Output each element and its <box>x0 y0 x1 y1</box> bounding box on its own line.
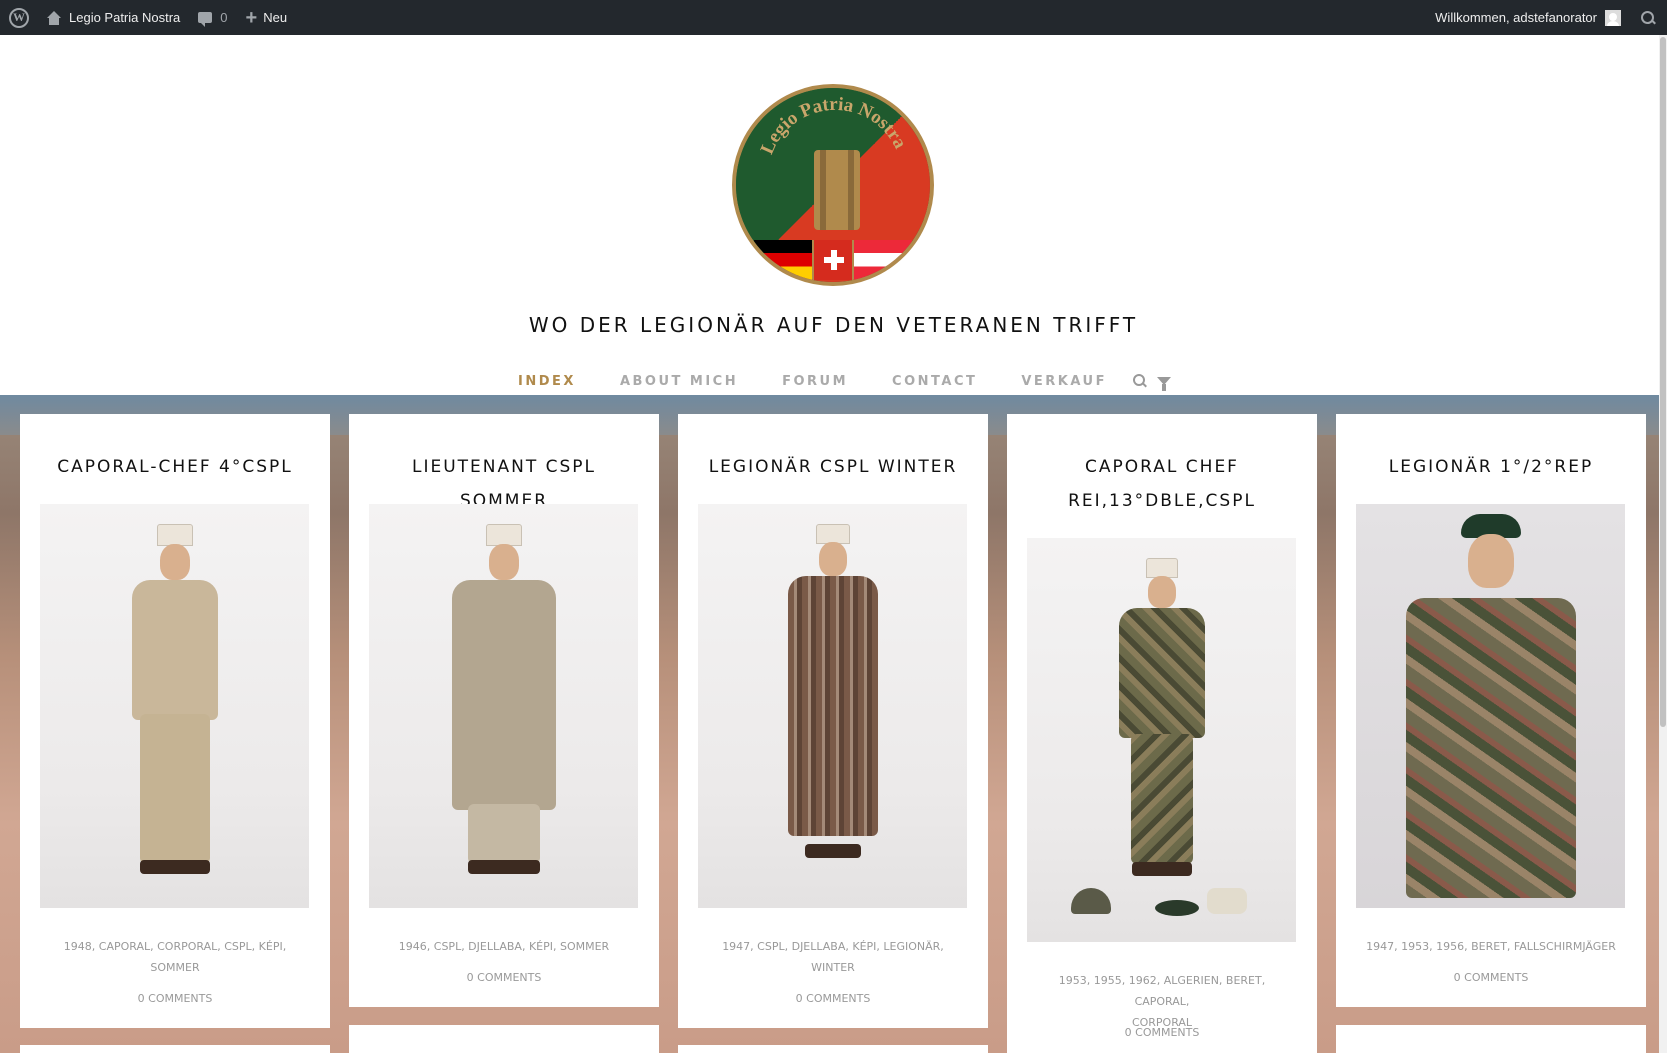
admin-bar: W Legio Patria Nostra 0 + Neu Willkommen… <box>0 0 1667 35</box>
post-card: LEGIONÄR CSPL WINTER 1947, CSPL, DJELLAB… <box>678 414 988 1028</box>
welcome-text: Willkommen, adstefanorator <box>1435 10 1597 25</box>
plus-icon: + <box>245 6 258 29</box>
camouflage-jacket <box>1118 608 1205 738</box>
djellaba-robe <box>787 576 878 836</box>
mannequin-figure <box>773 524 893 894</box>
new-content-link[interactable]: + Neu <box>237 0 297 35</box>
nav-item-contact[interactable]: CONTACT <box>870 374 999 389</box>
post-comments-link[interactable]: 0 COMMENTS <box>1007 1026 1317 1039</box>
post-comments-link[interactable]: 0 COMMENTS <box>20 992 330 1005</box>
post-comments-link[interactable]: 0 COMMENTS <box>678 992 988 1005</box>
post-comments-link[interactable]: 0 COMMENTS <box>349 971 659 984</box>
post-title[interactable]: LEGIONÄR CSPL WINTER <box>678 414 988 484</box>
sandals <box>467 860 540 874</box>
post-card: CAPORAL-CHEF 4°CSPL 1948, CAPORAL, CORPO… <box>20 414 330 1028</box>
new-label: Neu <box>263 10 288 25</box>
comment-bubble-icon <box>198 12 213 27</box>
post-tags[interactable]: 1947, CSPL, DJELLABA, KÉPI, LEGIONÄR, WI… <box>708 936 958 978</box>
search-icon <box>1641 10 1655 25</box>
comments-link[interactable]: 0 <box>189 0 236 35</box>
sandals <box>139 860 210 874</box>
helmet-display <box>1071 888 1111 914</box>
post-tags[interactable]: 1946, CSPL, DJELLABA, KÉPI, SOMMER <box>379 936 629 957</box>
logo-arc-text: Legio Patria Nostra <box>757 94 911 158</box>
comments-count: 0 <box>220 10 228 25</box>
post-comments-link[interactable]: 0 COMMENTS <box>1336 971 1646 984</box>
nav-item-verkauf[interactable]: VERKAUF <box>999 374 1129 389</box>
post-thumbnail[interactable] <box>40 504 309 908</box>
kepi-cap <box>1145 558 1178 578</box>
site-tagline: WO DER LEGIONÄR AUF DEN VETERANEN TRIFFT <box>528 313 1139 337</box>
post-title[interactable]: LIEUTENANT CSPL SOMMER <box>349 414 659 518</box>
post-tags[interactable]: 1948, CAPORAL, CORPORAL, CSPL, KÉPI, SOM… <box>50 936 300 978</box>
post-thumbnail[interactable] <box>1027 538 1296 942</box>
post-card: LIEUTENANT CSPL SOMMER 1946, CSPL, DJELL… <box>349 414 659 1007</box>
site-name-link[interactable]: Legio Patria Nostra <box>38 0 189 35</box>
mannequin-head <box>1467 534 1514 588</box>
admin-search-button[interactable] <box>1627 0 1667 35</box>
mannequin-head <box>488 544 519 580</box>
logo-text: Legio Patria Nostra <box>757 94 911 158</box>
mannequin-figure <box>1102 558 1222 888</box>
post-thumbnail[interactable] <box>698 504 967 908</box>
site-name-label: Legio Patria Nostra <box>69 10 181 25</box>
post-thumbnail[interactable] <box>1356 504 1625 908</box>
boots <box>1131 862 1192 876</box>
site-logo[interactable]: Legio Patria Nostra <box>732 84 934 286</box>
post-card <box>1336 1025 1646 1053</box>
post-card <box>20 1045 330 1053</box>
search-icon[interactable] <box>1132 374 1147 388</box>
mannequin-head <box>159 544 190 580</box>
uniform-trousers <box>139 714 210 864</box>
djellaba-robe <box>451 580 556 810</box>
svg-text:Legio Patria Nostra: Legio Patria Nostra <box>757 94 911 158</box>
post-tags[interactable]: 1947, 1953, 1956, BERET, FALLSCHIRMJÄGER <box>1366 936 1616 957</box>
post-card <box>349 1025 659 1053</box>
camouflage-trousers <box>1130 734 1193 864</box>
post-card: CAPORAL CHEF REI,13°DBLE,CSPL 1953, 1955… <box>1007 414 1317 1053</box>
kepi-cap <box>156 524 193 546</box>
uniform-trousers <box>467 804 540 864</box>
nav-item-about[interactable]: ABOUT MICH <box>598 374 760 389</box>
post-card: LEGIONÄR 1°/2°REP 1947, 1953, 1956, BERE… <box>1336 414 1646 1007</box>
beret-display <box>1155 900 1199 916</box>
kepi-cap <box>485 524 522 546</box>
uniform-jacket <box>131 580 218 720</box>
post-tags[interactable]: 1953, 1955, 1962, ALGERIEN, BERET, CAPOR… <box>1037 970 1287 1033</box>
boots <box>804 844 861 858</box>
mannequin-head <box>818 542 847 576</box>
mannequin-figure <box>439 524 569 894</box>
camouflage-jacket <box>1405 598 1576 898</box>
wordpress-menu[interactable]: W <box>0 0 38 35</box>
post-title[interactable]: CAPORAL-CHEF 4°CSPL <box>20 414 330 484</box>
wordpress-logo-icon: W <box>9 7 29 28</box>
nav-item-forum[interactable]: FORUM <box>760 374 870 389</box>
filter-icon[interactable] <box>1156 377 1171 391</box>
post-thumbnail[interactable] <box>369 504 638 908</box>
mannequin-figure <box>1391 514 1591 908</box>
my-account-link[interactable]: Willkommen, adstefanorator <box>1426 0 1627 35</box>
main-navigation: INDEX ABOUT MICH FORUM CONTACT VERKAUF <box>0 366 1667 396</box>
kepi-cap <box>815 524 850 544</box>
post-title[interactable]: LEGIONÄR 1°/2°REP <box>1336 414 1646 484</box>
kepi-display <box>1207 888 1247 914</box>
mannequin-figure <box>115 524 235 894</box>
post-title[interactable]: CAPORAL CHEF REI,13°DBLE,CSPL <box>1007 414 1317 518</box>
post-card <box>678 1045 988 1053</box>
mannequin-head <box>1147 576 1176 608</box>
nav-item-index[interactable]: INDEX <box>496 374 598 389</box>
avatar <box>1605 9 1621 26</box>
home-icon <box>47 10 61 25</box>
scrollbar[interactable] <box>1659 35 1667 1053</box>
